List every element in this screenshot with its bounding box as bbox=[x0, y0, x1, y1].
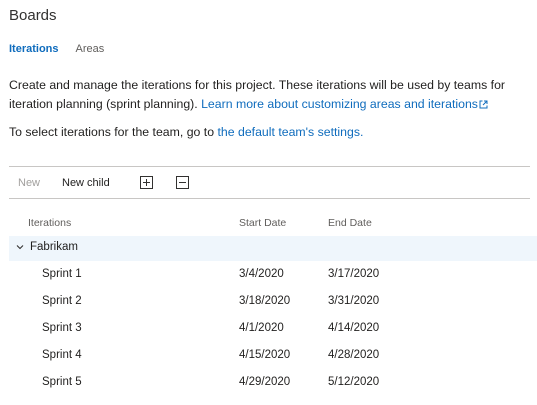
tab-bar: Iterations Areas bbox=[9, 43, 104, 55]
group-label: Fabrikam bbox=[30, 241, 78, 253]
team-settings-link[interactable]: the default team's settings. bbox=[217, 125, 363, 139]
iteration-name: Sprint 2 bbox=[42, 295, 82, 307]
table-row[interactable]: Sprint 4 4/15/2020 4/28/2020 bbox=[9, 343, 537, 370]
learn-more-link[interactable]: Learn more about customizing areas and i… bbox=[201, 97, 488, 111]
start-date: 4/29/2020 bbox=[239, 376, 291, 388]
iteration-name: Sprint 4 bbox=[42, 349, 82, 361]
end-date: 4/14/2020 bbox=[328, 322, 380, 334]
start-date: 4/15/2020 bbox=[239, 349, 291, 361]
column-header-iterations[interactable]: Iterations bbox=[28, 217, 71, 229]
tab-iterations[interactable]: Iterations bbox=[9, 43, 59, 55]
learn-more-link-label: Learn more about customizing areas and i… bbox=[201, 97, 478, 111]
iteration-name: Sprint 3 bbox=[42, 322, 82, 334]
table-row[interactable]: Sprint 2 3/18/2020 3/31/2020 bbox=[9, 289, 537, 316]
divider bbox=[9, 198, 530, 199]
team-settings-note: To select iterations for the team, go to… bbox=[9, 123, 529, 142]
iteration-name: Sprint 1 bbox=[42, 268, 82, 280]
end-date: 3/17/2020 bbox=[328, 268, 380, 280]
description-text: Create and manage the iterations for thi… bbox=[9, 76, 529, 114]
new-child-button[interactable]: New child bbox=[62, 177, 110, 189]
page-title: Boards bbox=[9, 7, 57, 24]
table-row[interactable]: Sprint 5 4/29/2020 5/12/2020 bbox=[9, 370, 537, 397]
end-date: 4/28/2020 bbox=[328, 349, 380, 361]
tab-areas[interactable]: Areas bbox=[76, 43, 105, 55]
column-header-start-date[interactable]: Start Date bbox=[239, 217, 286, 229]
external-link-icon bbox=[479, 100, 488, 109]
new-button[interactable]: New bbox=[18, 177, 40, 189]
plus-box-icon[interactable] bbox=[140, 176, 153, 189]
start-date: 3/4/2020 bbox=[239, 268, 284, 280]
chevron-down-icon[interactable] bbox=[16, 244, 24, 250]
minus-box-icon[interactable] bbox=[176, 176, 189, 189]
team-note-body: To select iterations for the team, go to bbox=[9, 125, 215, 139]
divider bbox=[9, 166, 530, 167]
start-date: 3/18/2020 bbox=[239, 295, 291, 307]
end-date: 5/12/2020 bbox=[328, 376, 380, 388]
start-date: 4/1/2020 bbox=[239, 322, 284, 334]
iteration-group-row[interactable]: Fabrikam bbox=[9, 236, 537, 261]
table-row[interactable]: Sprint 3 4/1/2020 4/14/2020 bbox=[9, 316, 537, 343]
table-row[interactable]: Sprint 1 3/4/2020 3/17/2020 bbox=[9, 262, 537, 289]
toolbar: New New child bbox=[9, 174, 530, 196]
iteration-name: Sprint 5 bbox=[42, 376, 82, 388]
column-header-end-date[interactable]: End Date bbox=[328, 217, 372, 229]
end-date: 3/31/2020 bbox=[328, 295, 380, 307]
